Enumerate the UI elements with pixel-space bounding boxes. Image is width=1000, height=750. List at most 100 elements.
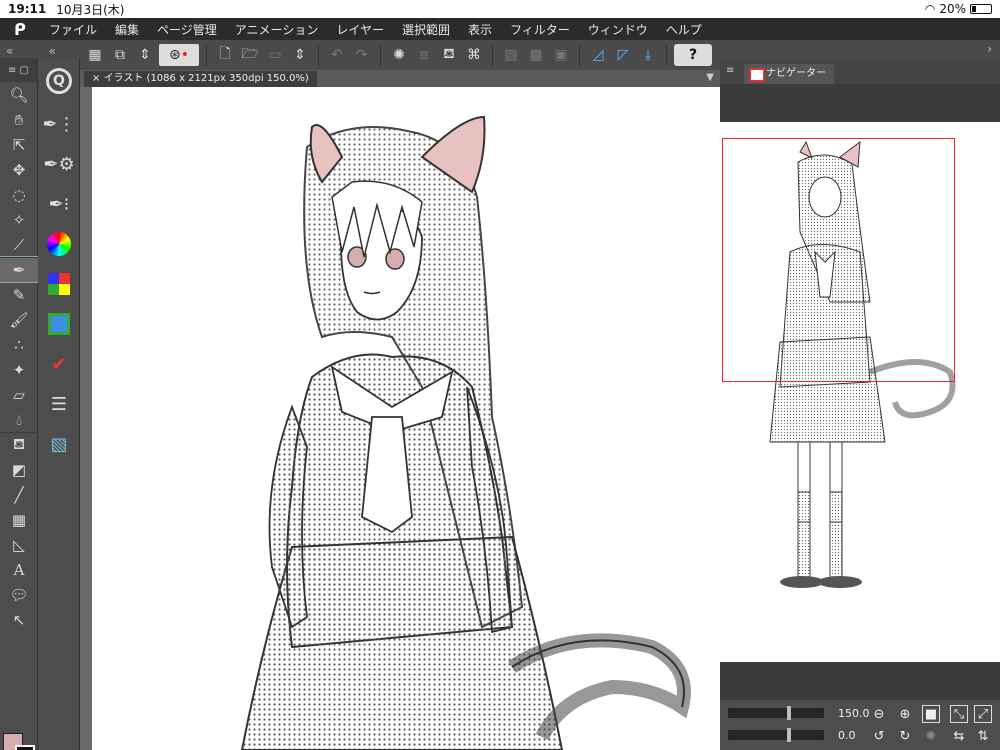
- eraser-tool-icon[interactable]: ▱: [0, 382, 38, 407]
- reset-rotation-icon[interactable]: ✺: [922, 727, 940, 745]
- text-tool-icon[interactable]: A: [0, 557, 38, 582]
- material-button[interactable]: ▧: [38, 424, 80, 464]
- zoom-slider-knob[interactable]: [787, 706, 791, 720]
- transform-icon[interactable]: ⧈: [413, 44, 435, 66]
- sub-tool-icon: ✒⋮: [42, 113, 76, 135]
- help-button[interactable]: ?: [674, 44, 712, 66]
- menu-edit[interactable]: 編集: [106, 21, 148, 38]
- rotation-slider[interactable]: [728, 728, 824, 742]
- loading-icon[interactable]: ✺: [388, 44, 410, 66]
- fill-bucket-icon[interactable]: ⛾: [438, 44, 460, 66]
- new-file-icon[interactable]: 🗋: [214, 44, 236, 66]
- snap-grid-icon[interactable]: ⤓: [637, 44, 659, 66]
- hand-tool-icon[interactable]: ✋︎: [0, 107, 38, 132]
- menu-file[interactable]: ファイル: [40, 21, 106, 38]
- brush-tool-icon[interactable]: 🖌︎: [0, 307, 38, 332]
- selection-tool-icon[interactable]: ◌: [0, 182, 38, 207]
- zoom-out-icon[interactable]: ⊖: [870, 705, 888, 723]
- select-all-icon[interactable]: ▣: [550, 44, 572, 66]
- menu-page[interactable]: ページ管理: [148, 21, 226, 38]
- fit-width-icon[interactable]: ⤢: [974, 705, 992, 723]
- save-icon[interactable]: ▭: [264, 44, 286, 66]
- clip-studio-logo-icon[interactable]: ᑭ: [0, 20, 40, 39]
- frame-tool-icon[interactable]: ▦: [0, 507, 38, 532]
- grid-menu-icon[interactable]: ▦: [84, 44, 106, 66]
- decoration-tool-icon[interactable]: ✦: [0, 357, 38, 382]
- sub-color-swatch[interactable]: [15, 745, 35, 750]
- sub-tool-button[interactable]: ✒⋮: [38, 104, 80, 144]
- chevron-down-icon[interactable]: ▼: [706, 72, 714, 83]
- gradient-tool-icon[interactable]: ◩: [0, 457, 38, 482]
- undo-icon[interactable]: ↶: [326, 44, 348, 66]
- operation-tool-icon[interactable]: ⇱: [0, 132, 38, 157]
- collapse-right-icon[interactable]: ›: [987, 42, 992, 56]
- eyedropper-tool-icon[interactable]: ⟋: [0, 232, 38, 257]
- layer-button[interactable]: [38, 304, 80, 344]
- menu-selection[interactable]: 選択範囲: [393, 21, 459, 38]
- quick-access-icon: Q: [46, 68, 72, 94]
- canvas-tab[interactable]: × イラスト (1086 x 2121px 350dpi 150.0%): [84, 71, 317, 87]
- collapse-left-icon[interactable]: «: [0, 44, 19, 58]
- airbrush-tool-icon[interactable]: ∴: [0, 332, 38, 357]
- clip-studio-icon[interactable]: ⧉: [109, 44, 131, 66]
- tool-property-icon: ✒⚙: [43, 153, 75, 175]
- menu-filter[interactable]: フィルター: [501, 21, 579, 38]
- pencil-tool-icon[interactable]: ✎: [0, 282, 38, 307]
- ruler-tool-icon[interactable]: ◺: [0, 532, 38, 557]
- zoom-slider[interactable]: [728, 706, 824, 720]
- menu-help[interactable]: ヘルプ: [657, 21, 711, 38]
- up-down-arrow-icon[interactable]: ⇕: [134, 44, 156, 66]
- menu-animation[interactable]: アニメーション: [226, 21, 328, 38]
- layer-property-button[interactable]: ✔: [38, 344, 80, 384]
- rotate-right-icon[interactable]: ↻: [896, 727, 914, 745]
- snap-ruler-icon[interactable]: ◿: [587, 44, 609, 66]
- color-selector[interactable]: [3, 733, 35, 750]
- menu-layer[interactable]: レイヤー: [327, 21, 393, 38]
- cloud-sync-button[interactable]: ⊛•: [159, 44, 199, 66]
- canvas-area[interactable]: [80, 87, 720, 750]
- tool-property-button[interactable]: ✒⚙: [38, 144, 80, 184]
- brush-size-button[interactable]: ✒⁝: [38, 184, 80, 224]
- pen-tool-icon[interactable]: ✒: [0, 256, 39, 283]
- figure-tool-icon[interactable]: ╱: [0, 482, 38, 507]
- fill-tool-icon[interactable]: ⛾: [0, 432, 38, 457]
- menu-window[interactable]: ウィンドウ: [579, 21, 657, 38]
- zoom-tool-icon[interactable]: 🔍︎: [0, 82, 38, 107]
- rotate-left-icon[interactable]: ↺: [870, 727, 888, 745]
- rotation-slider-knob[interactable]: [787, 728, 791, 742]
- auto-select-tool-icon[interactable]: ✧: [0, 207, 38, 232]
- collapse-sub-icon[interactable]: «: [42, 44, 61, 58]
- blend-tool-icon[interactable]: 💧︎: [0, 407, 38, 432]
- layer-search-button[interactable]: ☰: [38, 384, 80, 424]
- canvas-paper[interactable]: [92, 87, 720, 750]
- material-icon: ▧: [50, 433, 68, 455]
- correct-line-tool-icon[interactable]: ↖: [0, 607, 38, 632]
- clear-icon[interactable]: ▨: [500, 44, 522, 66]
- quick-access-button[interactable]: Q: [38, 58, 80, 104]
- flip-horizontal-icon[interactable]: ⇆: [950, 727, 968, 745]
- flip-vertical-icon[interactable]: ⇅: [974, 727, 992, 745]
- up-down-arrow-2-icon[interactable]: ⇕: [289, 44, 311, 66]
- fit-to-screen-icon[interactable]: ■: [922, 705, 940, 723]
- actual-size-icon[interactable]: ⤡: [950, 705, 968, 723]
- menu-view[interactable]: 表示: [459, 21, 501, 38]
- zoom-value: 150.0: [838, 707, 870, 720]
- navigator-view-frame[interactable]: [722, 138, 955, 382]
- wifi-icon: ◠: [924, 2, 936, 16]
- snap-special-ruler-icon[interactable]: ◸: [612, 44, 634, 66]
- color-wheel-button[interactable]: [38, 224, 80, 264]
- panel-menu-icon[interactable]: ≡: [726, 65, 734, 76]
- separator: [206, 44, 207, 66]
- deselect-icon[interactable]: ▩: [525, 44, 547, 66]
- balloon-tool-icon[interactable]: 💬︎: [0, 582, 38, 607]
- open-file-icon[interactable]: 🗁: [239, 44, 261, 66]
- navigator-tab[interactable]: ナビゲーター: [744, 64, 834, 84]
- zoom-in-icon[interactable]: ⊕: [896, 705, 914, 723]
- navigator-preview[interactable]: [720, 84, 1000, 700]
- battery-percent: 20%: [939, 2, 966, 16]
- close-icon[interactable]: ×: [92, 73, 104, 84]
- scale-icon[interactable]: ⌘: [463, 44, 485, 66]
- redo-icon[interactable]: ↷: [351, 44, 373, 66]
- color-set-button[interactable]: [38, 264, 80, 304]
- move-layer-tool-icon[interactable]: ✥: [0, 157, 38, 182]
